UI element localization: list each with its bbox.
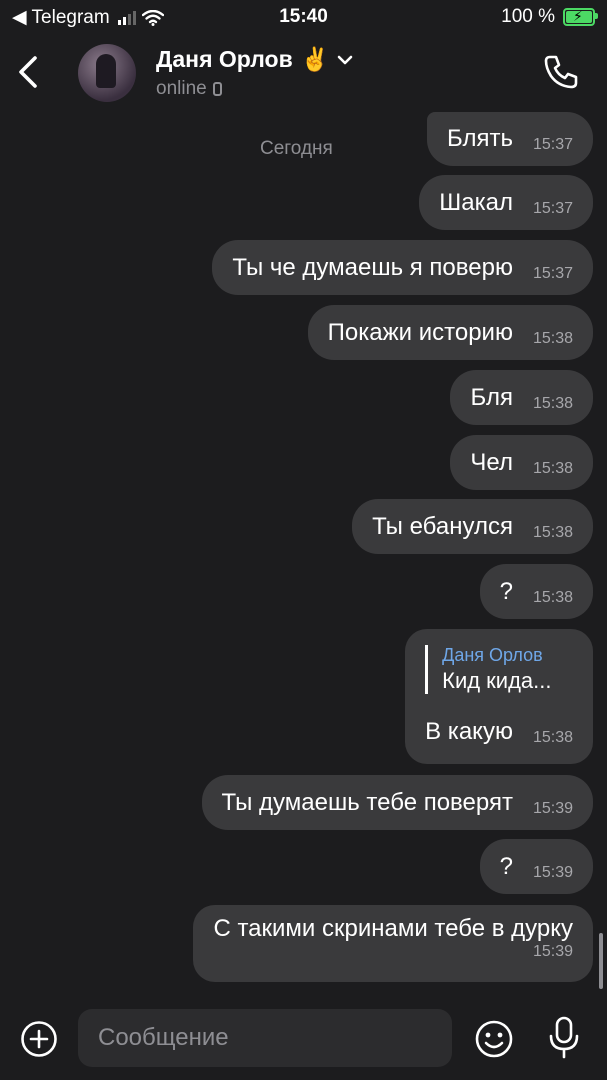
message-time: 15:37 [532, 199, 573, 217]
status-right: 100 % ⚡ [501, 6, 598, 28]
quoted-author: Даня Орлов [442, 645, 543, 665]
microphone-icon[interactable] [546, 1016, 582, 1060]
contact-status: online [156, 78, 222, 100]
message-text: Шакал [439, 188, 513, 216]
message-text: С такими скринами тебе в дурку [213, 915, 573, 942]
chevron-left-icon[interactable] [14, 52, 44, 92]
message-time: 15:38 [532, 523, 573, 541]
message-bubble[interactable]: Блять 15:37 [426, 112, 593, 166]
message-time: 15:39 [532, 863, 573, 881]
avatar[interactable] [78, 44, 136, 102]
message-bubble[interactable]: Ты че думаешь я поверю 15:37 [212, 240, 593, 295]
smile-icon[interactable] [474, 1019, 514, 1059]
quoted-text: Кид кида... [442, 668, 552, 693]
message-bubble[interactable]: С такими скринами тебе в дурку 15:39 [193, 905, 593, 982]
message-text: В какую [425, 718, 513, 745]
message-time: 15:38 [532, 459, 573, 477]
message-input-placeholder: Сообщение [98, 1024, 229, 1051]
message-time: 15:38 [532, 394, 573, 412]
message-text: Блять [446, 125, 513, 152]
message-time: 15:38 [532, 729, 573, 746]
phone-icon[interactable] [541, 52, 581, 92]
message-text: Ты ебанулся [372, 512, 513, 540]
message-text: Ты че думаешь я поверю [232, 253, 513, 281]
contact-name-text: Даня Орлов [156, 46, 293, 72]
message-time: 15:39 [532, 799, 573, 817]
mobile-device-icon [212, 82, 222, 96]
message-bubble[interactable]: ? 15:39 [479, 839, 593, 894]
composer-bar: Сообщение [0, 1000, 607, 1080]
message-time: 15:38 [532, 329, 573, 347]
message-bubble[interactable]: Ты ебанулся 15:38 [352, 499, 593, 554]
message-bubble[interactable]: Покажи историю 15:38 [307, 305, 593, 360]
message-text: Покажи историю [327, 318, 513, 346]
status-bar: ◀ Telegram 15:40 100 % ⚡ [0, 0, 607, 34]
message-bubble[interactable]: Ты думаешь тебе поверят 15:39 [201, 775, 593, 830]
message-time: 15:38 [532, 588, 573, 606]
message-text: Ты думаешь тебе поверят [221, 788, 513, 816]
message-bubble[interactable]: Чел 15:38 [450, 435, 593, 490]
chevron-down-icon[interactable] [337, 54, 353, 66]
contact-emoji: ✌️ [300, 46, 330, 72]
scrollbar[interactable] [599, 933, 603, 989]
message-time: 15:37 [532, 264, 573, 282]
message-text: Бля [470, 383, 513, 411]
plus-circle-icon[interactable] [20, 1020, 58, 1058]
message-input[interactable]: Сообщение [78, 1009, 452, 1067]
message-bubble[interactable]: Шакал 15:37 [419, 175, 593, 230]
battery-icon: ⚡ [563, 8, 598, 26]
message-text: ? [499, 577, 513, 605]
message-text: ? [499, 852, 513, 880]
message-bubble[interactable]: ? 15:38 [479, 564, 593, 619]
message-time: 15:37 [532, 136, 573, 153]
message-time: 15:39 [532, 943, 573, 960]
contact-name[interactable]: Даня Орлов ✌️ [156, 46, 353, 73]
date-label: Сегодня [260, 138, 333, 159]
quoted-message[interactable]: Даня Орлов Кид кида... [425, 645, 573, 694]
reply-message-bubble[interactable]: Даня Орлов Кид кида... В какую 15:38 [405, 629, 593, 764]
battery-percent: 100 % [501, 6, 555, 27]
chat-header: Даня Орлов ✌️ online [0, 34, 607, 114]
contact-status-text: online [156, 78, 207, 99]
message-text: Чел [470, 448, 513, 476]
message-bubble[interactable]: Бля 15:38 [450, 370, 593, 425]
